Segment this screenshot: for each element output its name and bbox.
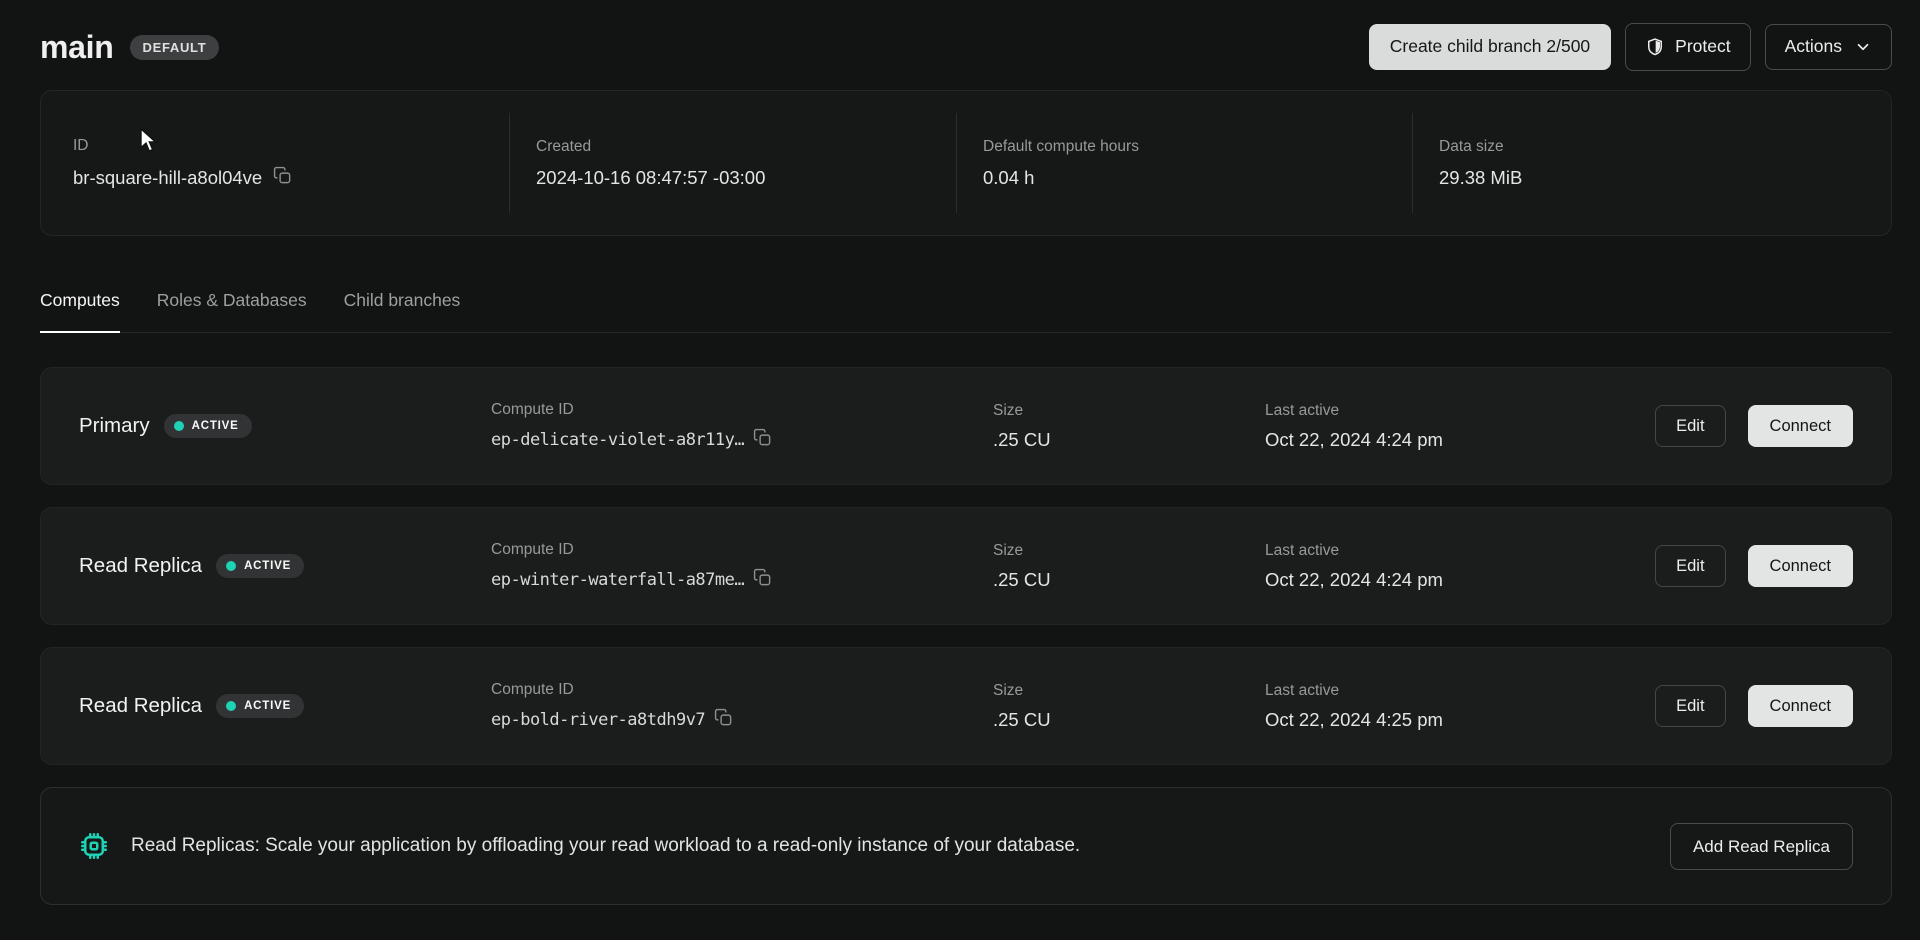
last-active-value: Oct 22, 2024 4:24 pm [1265,569,1655,591]
data-size-value: 29.38 MiB [1439,167,1891,189]
status-badge: ACTIVE [216,554,304,578]
connect-button[interactable]: Connect [1748,545,1853,588]
compute-name: Read Replica [79,694,202,718]
last-active-cell: Last active Oct 22, 2024 4:24 pm [1265,402,1655,451]
status-label: ACTIVE [244,560,291,572]
actions-button[interactable]: Actions [1765,24,1892,70]
created-value: 2024-10-16 08:47:57 -03:00 [536,167,956,189]
status-label: ACTIVE [192,420,239,432]
meta-field-id: ID br-square-hill-a8ol04ve [41,113,509,213]
connect-button[interactable]: Connect [1748,685,1853,728]
compute-id-column-label: Compute ID [491,541,993,559]
field-label: Created [536,138,956,156]
field-label: Default compute hours [983,138,1412,156]
protect-label: Protect [1675,38,1730,56]
compute-id-value: ep-winter-waterfall-a87me… [491,570,744,590]
compute-id-cell: Compute ID ep-winter-waterfall-a87me… [491,541,993,592]
last-active-cell: Last active Oct 22, 2024 4:24 pm [1265,542,1655,591]
field-label: ID [73,137,509,155]
computes-list: Primary ACTIVE Compute ID ep-delicate-vi… [40,367,1892,765]
compute-name-cell: Read Replica ACTIVE [79,694,491,718]
row-actions: Edit Connect [1655,545,1853,588]
tab-roles-databases[interactable]: Roles & Databases [157,290,307,333]
size-cell: Size .25 CU [993,402,1265,451]
last-active-cell: Last active Oct 22, 2024 4:25 pm [1265,682,1655,731]
compute-name: Read Replica [79,554,202,578]
size-value: .25 CU [993,569,1265,591]
row-actions: Edit Connect [1655,685,1853,728]
compute-row: Read Replica ACTIVE Compute ID ep-bold-r… [40,647,1892,765]
compute-id-cell: Compute ID ep-bold-river-a8tdh9v7 [491,681,993,732]
read-replica-banner: Read Replicas: Scale your application by… [40,787,1892,905]
meta-field-created: Created 2024-10-16 08:47:57 -03:00 [509,113,956,213]
status-dot-icon [226,561,236,571]
last-active-value: Oct 22, 2024 4:24 pm [1265,429,1655,451]
chip-icon [79,831,109,861]
branch-id-value: br-square-hill-a8ol04ve [73,167,262,189]
compute-name: Primary [79,414,150,438]
size-value: .25 CU [993,429,1265,451]
read-replica-description: Read Replicas: Scale your application by… [131,835,1080,857]
status-badge: ACTIVE [164,414,252,438]
branch-page: main DEFAULT Create child branch 2/500 P… [40,0,1892,905]
compute-id-column-label: Compute ID [491,681,993,699]
compute-id-value: ep-bold-river-a8tdh9v7 [491,710,705,730]
status-dot-icon [226,701,236,711]
protect-button[interactable]: Protect [1625,23,1750,71]
meta-field-data-size: Data size 29.38 MiB [1412,113,1891,213]
size-column-label: Size [993,542,1265,560]
edit-button[interactable]: Edit [1655,545,1725,588]
size-column-label: Size [993,402,1265,420]
last-active-column-label: Last active [1265,542,1655,560]
compute-id-column-label: Compute ID [491,401,993,419]
copy-icon[interactable] [714,708,733,732]
edit-button[interactable]: Edit [1655,685,1725,728]
meta-field-compute-hours: Default compute hours 0.04 h [956,113,1412,213]
compute-id-value: ep-delicate-violet-a8r11y… [491,430,744,450]
default-badge: DEFAULT [130,35,220,60]
create-child-branch-button[interactable]: Create child branch 2/500 [1369,24,1611,70]
copy-icon[interactable] [753,428,772,452]
compute-row: Primary ACTIVE Compute ID ep-delicate-vi… [40,367,1892,485]
compute-name-cell: Read Replica ACTIVE [79,554,491,578]
page-title: main [40,29,114,66]
copy-icon[interactable] [753,568,772,592]
header-actions: Create child branch 2/500 Protect Action… [1369,23,1892,71]
shield-icon [1645,37,1665,57]
connect-button[interactable]: Connect [1748,405,1853,448]
compute-row: Read Replica ACTIVE Compute ID ep-winter… [40,507,1892,625]
last-active-column-label: Last active [1265,402,1655,420]
status-label: ACTIVE [244,700,291,712]
actions-label: Actions [1785,38,1842,56]
size-cell: Size .25 CU [993,542,1265,591]
size-cell: Size .25 CU [993,682,1265,731]
tab-child-branches[interactable]: Child branches [344,290,461,333]
compute-id-cell: Compute ID ep-delicate-violet-a8r11y… [491,401,993,452]
size-value: .25 CU [993,709,1265,731]
add-read-replica-button[interactable]: Add Read Replica [1670,823,1853,870]
compute-hours-value: 0.04 h [983,167,1412,189]
status-badge: ACTIVE [216,694,304,718]
edit-button[interactable]: Edit [1655,405,1725,448]
page-header: main DEFAULT Create child branch 2/500 P… [40,24,1892,70]
compute-name-cell: Primary ACTIVE [79,414,491,438]
row-actions: Edit Connect [1655,405,1853,448]
branch-meta-card: ID br-square-hill-a8ol04ve Created 2024-… [40,90,1892,236]
last-active-column-label: Last active [1265,682,1655,700]
status-dot-icon [174,421,184,431]
size-column-label: Size [993,682,1265,700]
last-active-value: Oct 22, 2024 4:25 pm [1265,709,1655,731]
tab-computes[interactable]: Computes [40,290,120,333]
chevron-down-icon [1854,38,1872,56]
field-label: Data size [1439,138,1891,156]
tab-bar: Computes Roles & Databases Child branche… [40,290,1892,333]
copy-icon[interactable] [273,166,292,190]
